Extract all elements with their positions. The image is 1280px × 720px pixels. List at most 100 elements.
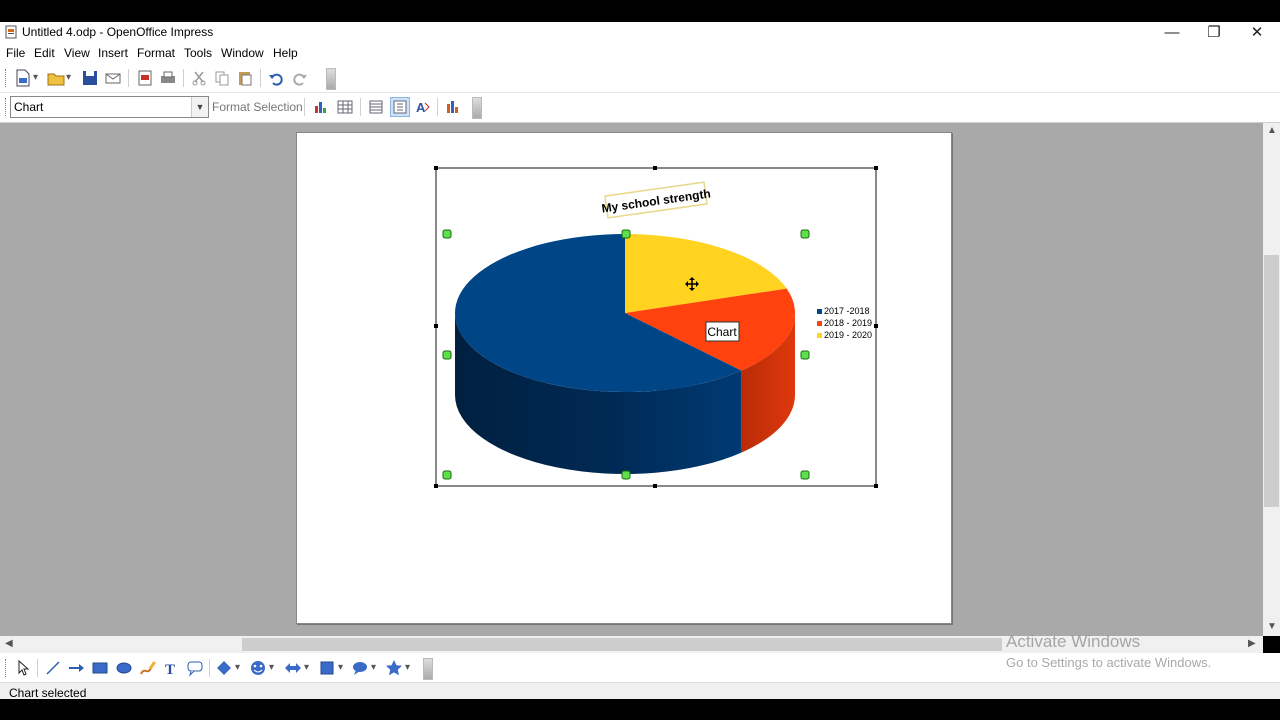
redo-icon[interactable] [291, 69, 309, 87]
svg-text:A: A [416, 100, 426, 115]
open-folder-icon[interactable] [47, 69, 65, 87]
frame-handle[interactable] [874, 324, 878, 328]
pie-chart[interactable]: My school strength 2017 -20182018 - 2019… [297, 133, 951, 623]
block-arrows-icon[interactable] [284, 659, 302, 677]
stars-icon[interactable] [385, 659, 403, 677]
toolbar-grip[interactable] [5, 659, 8, 677]
slide-canvas[interactable]: My school strength 2017 -2018 2018 - 2019… [296, 132, 952, 624]
ellipse-icon[interactable] [115, 659, 133, 677]
chevron-down-icon[interactable]: ▾ [371, 662, 376, 673]
scroll-up-icon[interactable]: ▲ [1267, 125, 1277, 136]
legend-swatch-2 [817, 333, 822, 338]
scroll-left-icon[interactable]: ◀ [5, 638, 13, 649]
menu-bar: File Edit View Insert Format Tools Windo… [0, 43, 1280, 64]
format-selection-button[interactable]: Format Selection [212, 100, 303, 114]
basic-shapes-icon[interactable] [215, 659, 233, 677]
text-tool-icon[interactable]: T [162, 659, 180, 677]
chevron-down-icon[interactable]: ▾ [405, 662, 410, 673]
scroll-down-icon[interactable]: ▼ [1267, 621, 1277, 632]
pie-handle[interactable] [442, 229, 452, 239]
horizontal-grids-icon[interactable] [367, 98, 385, 116]
menu-file[interactable]: File [6, 46, 25, 60]
frame-handle[interactable] [874, 166, 878, 170]
frame-handle[interactable] [434, 324, 438, 328]
undo-icon[interactable] [267, 69, 285, 87]
export-pdf-icon[interactable] [136, 69, 154, 87]
legend-on-off-icon[interactable] [390, 97, 410, 117]
chart-legend[interactable]: 2017 -2018 2018 - 2019 2019 - 2020 [817, 306, 872, 340]
callouts-icon[interactable] [351, 659, 369, 677]
pie-handle[interactable] [442, 470, 452, 480]
scale-text-icon[interactable]: A [414, 98, 432, 116]
vertical-scroll-thumb[interactable] [1264, 255, 1279, 507]
toolbar-overflow-button[interactable] [472, 97, 482, 119]
chevron-down-icon[interactable]: ▾ [66, 72, 71, 83]
status-bar: Chart selected [0, 682, 1280, 700]
flowchart-icon[interactable] [318, 659, 336, 677]
toolbar-overflow-button[interactable] [326, 68, 336, 90]
chevron-down-icon[interactable]: ▾ [269, 662, 274, 673]
pie-handle[interactable] [800, 350, 810, 360]
chart-tooltip-text: Chart [707, 325, 737, 339]
toolbar-separator [437, 98, 438, 116]
restore-button[interactable]: ❐ [1196, 23, 1232, 42]
pie-handle[interactable] [621, 229, 631, 239]
cut-icon[interactable] [190, 69, 208, 87]
paste-icon[interactable] [236, 69, 254, 87]
automatic-layout-icon[interactable] [444, 98, 462, 116]
pie-handle[interactable] [621, 470, 631, 480]
frame-handle[interactable] [434, 166, 438, 170]
chevron-down-icon[interactable]: ▾ [338, 662, 343, 673]
toolbar-overflow-button[interactable] [423, 658, 433, 680]
menu-tools[interactable]: Tools [184, 46, 212, 60]
toolbar-grip[interactable] [5, 69, 8, 87]
data-table-icon[interactable] [336, 98, 354, 116]
menu-format[interactable]: Format [137, 46, 175, 60]
pie-slices [455, 234, 795, 392]
print-icon[interactable] [159, 69, 177, 87]
frame-handle[interactable] [434, 484, 438, 488]
copy-icon[interactable] [213, 69, 231, 87]
minimize-button[interactable]: — [1154, 23, 1190, 42]
chevron-down-icon[interactable]: ▼ [191, 97, 208, 117]
legend-label-1: 2018 - 2019 [824, 318, 872, 328]
title-bar: Untitled 4.odp - OpenOffice Impress — ❐ … [0, 22, 1280, 43]
chart-element-select[interactable]: Chart ▼ [10, 96, 209, 118]
activation-watermark-title: Activate Windows [1006, 632, 1141, 651]
select-arrow-icon[interactable] [14, 659, 32, 677]
standard-toolbar: ▾ ▾ [0, 64, 1280, 93]
chevron-down-icon[interactable]: ▾ [33, 72, 38, 83]
menu-window[interactable]: Window [221, 46, 264, 60]
toolbar-separator [209, 659, 210, 677]
save-icon[interactable] [81, 69, 99, 87]
toolbar-separator [304, 98, 305, 116]
pie-handle[interactable] [800, 229, 810, 239]
new-document-icon[interactable] [14, 69, 32, 87]
frame-handle[interactable] [874, 484, 878, 488]
menu-help[interactable]: Help [273, 46, 298, 60]
toolbar-grip[interactable] [5, 98, 8, 116]
line-icon[interactable] [44, 659, 62, 677]
menu-insert[interactable]: Insert [98, 46, 128, 60]
chevron-down-icon[interactable]: ▾ [235, 662, 240, 673]
menu-view[interactable]: View [64, 46, 90, 60]
rectangle-icon[interactable] [91, 659, 109, 677]
pie-handle[interactable] [442, 350, 452, 360]
chart-toolbar: Chart ▼ Format Selection A [0, 93, 1280, 123]
frame-handle[interactable] [653, 484, 657, 488]
chevron-down-icon[interactable]: ▾ [304, 662, 309, 673]
chart-type-icon[interactable] [312, 98, 330, 116]
horizontal-scroll-thumb[interactable] [242, 638, 1002, 651]
callout-icon[interactable] [186, 659, 204, 677]
scroll-right-icon[interactable]: ▶ [1248, 638, 1256, 649]
close-button[interactable]: ✕ [1239, 23, 1275, 42]
email-document-icon[interactable] [104, 69, 122, 87]
freeform-line-icon[interactable] [139, 659, 157, 677]
line-arrow-icon[interactable] [67, 659, 85, 677]
legend-label-2: 2019 - 2020 [824, 330, 872, 340]
activation-watermark-subtitle: Go to Settings to activate Windows. [1006, 655, 1212, 670]
frame-handle[interactable] [653, 166, 657, 170]
pie-handle[interactable] [800, 470, 810, 480]
menu-edit[interactable]: Edit [34, 46, 55, 60]
symbol-shapes-icon[interactable] [249, 659, 267, 677]
